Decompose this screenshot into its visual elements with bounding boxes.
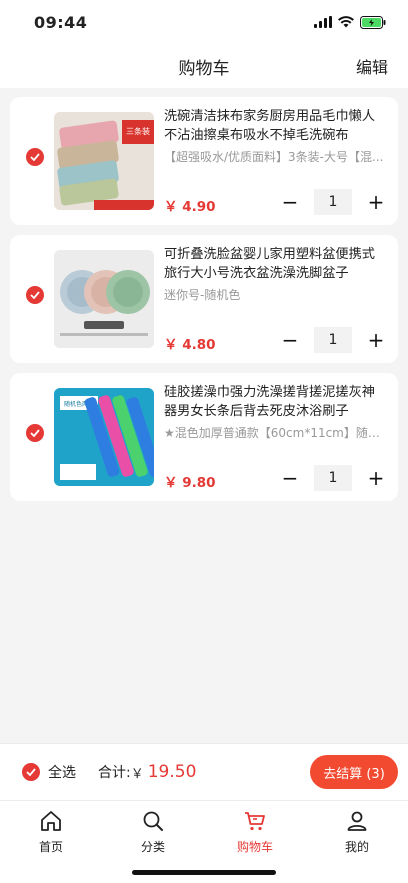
check-icon — [30, 429, 40, 437]
tab-profile[interactable]: 我的 — [306, 801, 408, 883]
status-bar: 09:44 — [0, 0, 408, 44]
quantity-field[interactable]: 1 — [314, 465, 352, 491]
total-value: 19.50 — [147, 762, 197, 782]
product-price: ￥ 4.90 — [164, 199, 216, 215]
battery-icon — [360, 15, 386, 29]
product-title[interactable]: 硅胶搓澡巾强力洗澡搓背搓泥搓灰神器男女长条后背去死皮沐浴刷子 — [164, 383, 386, 421]
tab-label: 分类 — [140, 840, 165, 854]
product-image[interactable]: 三条装 — [54, 112, 154, 210]
product-title[interactable]: 洗碗清洁抹布家务厨房用品毛巾懒人不沾油擦桌布吸水不掉毛洗碗布 — [164, 107, 386, 145]
quantity-stepper: − 1 + — [278, 465, 388, 491]
total-label: 合计: — [98, 765, 131, 781]
increase-button[interactable]: + — [364, 328, 388, 352]
product-image[interactable] — [54, 250, 154, 348]
home-indicator — [132, 870, 276, 875]
towel-image: 三条装 — [54, 112, 154, 210]
tab-label: 我的 — [344, 840, 369, 854]
check-icon — [30, 153, 40, 161]
search-icon — [143, 811, 163, 831]
cart-item: 可折叠洗脸盆婴儿家用塑料盆便携式旅行大小号洗衣盆洗澡洗脚盆子 迷你号-随机色 ￥… — [10, 235, 398, 363]
select-all-checkbox[interactable] — [22, 763, 40, 781]
checkout-button[interactable]: 去结算 (3) — [310, 755, 398, 789]
product-image[interactable]: 随机色两条 — [54, 388, 154, 486]
product-spec[interactable]: 【超强吸水/优质面料】3条装-大号【混... — [164, 148, 388, 165]
thumb-badge-text: 三条装 — [126, 126, 150, 136]
product-price: ￥ 4.80 — [164, 337, 216, 353]
item-checkbox[interactable] — [26, 424, 44, 442]
quantity-field[interactable]: 1 — [314, 327, 352, 353]
check-icon — [26, 768, 36, 776]
edit-button[interactable]: 编辑 — [356, 54, 388, 78]
quantity-stepper: − 1 + — [278, 327, 388, 353]
cart-icon — [245, 812, 265, 831]
wifi-icon — [338, 16, 354, 28]
checkout-bar: 全选 合计: ￥ 19.50 去结算 (3) — [0, 743, 408, 800]
decrease-button[interactable]: − — [278, 466, 302, 490]
cart-item: 三条装 洗碗清洁抹布家务厨房用品毛巾懒人不沾油擦桌布吸水不掉毛洗碗布 【超强吸水… — [10, 97, 398, 225]
page-title: 购物车 — [178, 58, 230, 79]
decrease-button[interactable]: − — [278, 328, 302, 352]
nav-bar: 购物车 编辑 — [0, 44, 408, 88]
decrease-button[interactable]: − — [278, 190, 302, 214]
product-price: ￥ 9.80 — [164, 475, 216, 491]
item-checkbox[interactable] — [26, 286, 44, 304]
status-time: 09:44 — [34, 12, 88, 32]
quantity-stepper: − 1 + — [278, 189, 388, 215]
basin-image — [54, 250, 154, 348]
item-checkbox[interactable] — [26, 148, 44, 166]
signal-icon — [314, 16, 332, 28]
scrubber-image: 随机色两条 — [54, 388, 154, 486]
product-spec[interactable]: ★混色加厚普通款【60cm*11cm】随机... — [164, 424, 388, 441]
status-icons — [314, 15, 386, 29]
total-currency: ￥ — [130, 766, 144, 782]
check-icon — [30, 291, 40, 299]
cart-item: 随机色两条 硅胶搓澡巾强力洗澡搓背搓泥搓灰神器男女长条后背去死皮沐浴刷子 ★混色… — [10, 373, 398, 501]
tab-label: 首页 — [38, 840, 63, 854]
product-title[interactable]: 可折叠洗脸盆婴儿家用塑料盆便携式旅行大小号洗衣盆洗澡洗脚盆子 — [164, 245, 386, 283]
select-all[interactable]: 全选 — [22, 762, 76, 782]
tab-label: 购物车 — [236, 840, 273, 854]
select-all-label: 全选 — [48, 765, 76, 781]
increase-button[interactable]: + — [364, 190, 388, 214]
home-icon — [41, 811, 61, 831]
quantity-field[interactable]: 1 — [314, 189, 352, 215]
product-spec[interactable]: 迷你号-随机色 — [164, 286, 388, 303]
cart-list: 三条装 洗碗清洁抹布家务厨房用品毛巾懒人不沾油擦桌布吸水不掉毛洗碗布 【超强吸水… — [10, 97, 398, 511]
increase-button[interactable]: + — [364, 466, 388, 490]
tab-home[interactable]: 首页 — [0, 801, 102, 883]
user-icon — [347, 811, 367, 831]
